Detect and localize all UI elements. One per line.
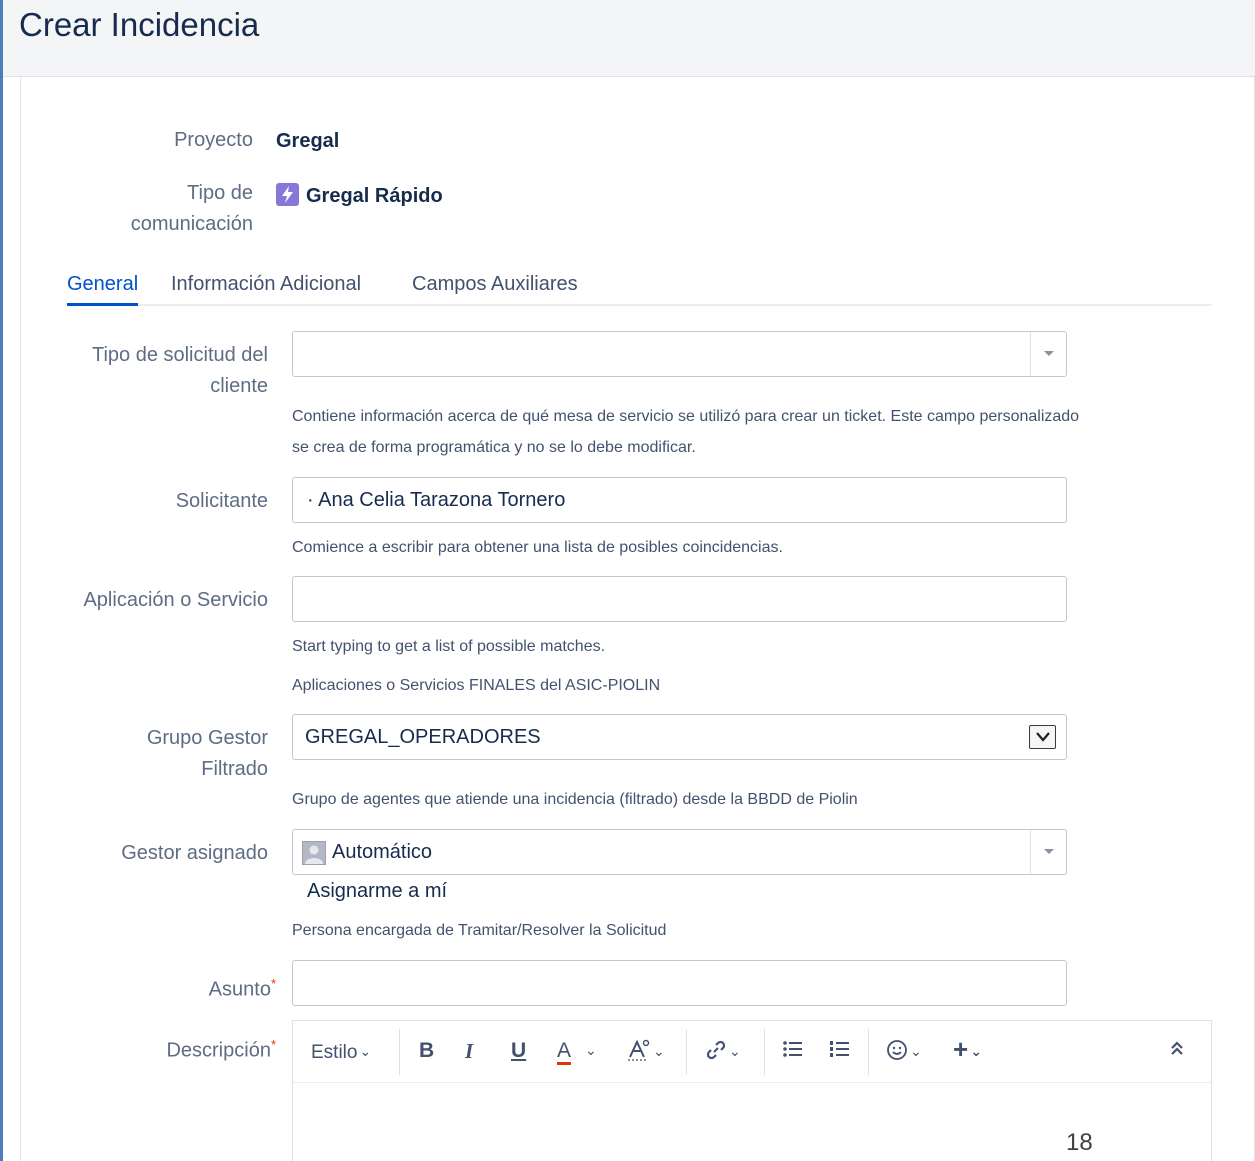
description-label: Descripción*	[61, 1029, 276, 1067]
style-dropdown[interactable]: Estilo ⌄	[311, 1042, 371, 1064]
required-mark: *	[270, 976, 276, 991]
comm-type-label: Tipo de comunicación	[61, 178, 253, 240]
comm-type-label-line2: comunicación	[130, 213, 253, 235]
requester-help: Comience a escribir para obtener una lis…	[292, 539, 783, 556]
collapse-toolbar-button[interactable]	[1169, 1039, 1185, 1063]
requester-input[interactable]: · Ana Celia Tarazona Tornero	[292, 477, 1067, 523]
chevron-down-icon: ⌄	[910, 1043, 922, 1059]
request-type-select[interactable]	[292, 331, 1067, 377]
assign-to-me-link[interactable]: Asignarme a mí	[307, 880, 447, 903]
group-label: Grupo Gestor Filtrado	[61, 723, 268, 785]
emoji-icon	[887, 1040, 907, 1060]
application-description: Aplicaciones o Servicios FINALES del ASI…	[292, 677, 661, 694]
link-icon	[706, 1040, 726, 1060]
application-input[interactable]	[292, 576, 1067, 622]
more-formatting-button[interactable]: ⌄	[627, 1039, 665, 1064]
bullet-list-icon	[783, 1041, 802, 1057]
toolbar-divider	[764, 1029, 765, 1075]
chevron-down-icon: ⌄	[653, 1043, 665, 1059]
bold-button[interactable]: B	[419, 1039, 434, 1063]
assignee-value: Automático	[332, 841, 433, 863]
group-select[interactable]: GREGAL_OPERADORES	[292, 714, 1067, 760]
dialog-header: Crear Incidencia	[3, 0, 1255, 77]
toolbar-divider	[686, 1029, 687, 1075]
request-type-dropdown-button[interactable]	[1030, 332, 1066, 376]
editor-toolbar: Estilo ⌄ B I U A ⌄ ⌄ ⌄ ⌄ + ⌄	[293, 1021, 1211, 1083]
summary-label-text: Asunto	[208, 978, 271, 1001]
application-help: Start typing to get a list of possible m…	[292, 638, 606, 655]
dialog-title: Crear Incidencia	[19, 6, 260, 43]
request-type-label: Tipo de solicitud del cliente	[41, 340, 268, 402]
dialog-content: Proyecto Gregal Tipo de comunicación Gre…	[20, 77, 1255, 1161]
tab-general[interactable]: General	[67, 273, 139, 306]
project-label: Proyecto	[174, 129, 253, 151]
tab-informacion-adicional[interactable]: Información Adicional	[171, 273, 361, 296]
requester-label: Solicitante	[175, 490, 268, 512]
numbered-list-icon	[830, 1041, 849, 1057]
summary-input[interactable]	[292, 960, 1067, 1006]
underline-button[interactable]: U	[511, 1039, 526, 1063]
chevron-down-icon: ⌄	[970, 1043, 982, 1059]
tab-campos-auxiliares[interactable]: Campos Auxiliares	[412, 273, 578, 296]
chevron-down-icon	[1036, 732, 1050, 742]
bullet-list-button[interactable]	[782, 1039, 804, 1063]
double-chevron-up-icon	[1171, 1041, 1183, 1055]
request-type-help: Contiene información acerca de qué mesa …	[292, 401, 1079, 463]
assignee-label: Gestor asignado	[121, 842, 268, 864]
numbered-list-button[interactable]	[829, 1039, 851, 1063]
chevron-down-icon: ⌄	[729, 1043, 741, 1059]
comm-type-value: Gregal Rápido	[276, 183, 443, 208]
comm-type-label-line1: Tipo de	[187, 182, 253, 204]
chevron-down-icon: ⌄	[585, 1042, 597, 1058]
toolbar-divider	[399, 1029, 400, 1075]
lightning-icon	[276, 183, 299, 206]
chevron-down-icon	[1044, 351, 1054, 356]
group-value: GREGAL_OPERADORES	[305, 726, 541, 748]
text-format-icon	[628, 1039, 650, 1061]
required-mark: *	[270, 1037, 276, 1052]
description-label-text: Descripción	[166, 1039, 271, 1062]
italic-button[interactable]: I	[465, 1039, 473, 1064]
request-type-label-line2: cliente	[210, 375, 268, 397]
text-color-button[interactable]: A ⌄	[557, 1039, 597, 1065]
insert-button[interactable]: + ⌄	[953, 1034, 982, 1065]
comm-type-text: Gregal Rápido	[306, 185, 443, 207]
style-dropdown-label: Estilo	[311, 1042, 358, 1063]
plus-icon: +	[953, 1034, 969, 1064]
emoji-button[interactable]: ⌄	[886, 1039, 922, 1064]
group-help: Grupo de agentes que atiende una inciden…	[292, 791, 858, 808]
project-value: Gregal	[276, 130, 340, 152]
avatar-icon	[302, 841, 326, 865]
application-label: Aplicación o Servicio	[83, 589, 268, 611]
request-type-help-line2: se crea de forma programática y no se lo…	[292, 439, 696, 456]
request-type-help-line1: Contiene información acerca de qué mesa …	[292, 408, 1080, 425]
summary-label: Asunto*	[61, 968, 276, 1006]
tab-bar: General Información Adicional Campos Aux…	[67, 267, 1212, 306]
assignee-help: Persona encargada de Tramitar/Resolver l…	[292, 922, 667, 939]
group-label-line1: Grupo Gestor	[146, 727, 268, 749]
group-label-line2: Filtrado	[201, 758, 268, 780]
chevron-down-icon	[1044, 849, 1054, 854]
assignee-select[interactable]: Automático	[292, 829, 1067, 875]
request-type-label-line1: Tipo de solicitud del	[91, 344, 268, 366]
chevron-down-icon: ⌄	[359, 1043, 372, 1059]
group-dropdown-button[interactable]	[1029, 725, 1056, 749]
link-button[interactable]: ⌄	[705, 1039, 741, 1064]
text-color-icon: A	[557, 1040, 572, 1065]
requester-value: · Ana Celia Tarazona Tornero	[307, 489, 566, 511]
page-number: 18	[1066, 1129, 1093, 1156]
assignee-dropdown-button[interactable]	[1030, 830, 1066, 874]
toolbar-divider	[868, 1029, 869, 1075]
